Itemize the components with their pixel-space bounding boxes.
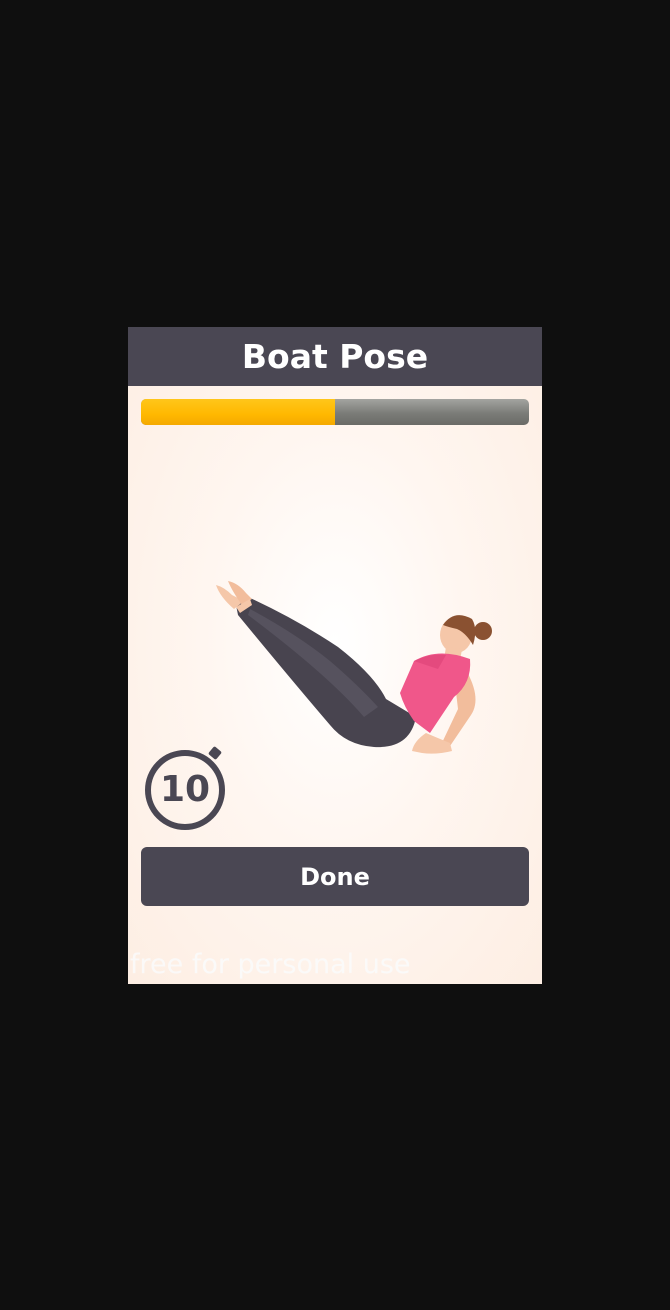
countdown-timer: 10 xyxy=(144,745,230,835)
done-button[interactable]: Done xyxy=(141,847,529,906)
exercise-dialog: Boat Pose 10 Done free for personal use xyxy=(128,327,542,984)
watermark-text: free for personal use xyxy=(130,949,411,980)
exercise-progress-bar xyxy=(141,399,529,425)
timer-value: 10 xyxy=(159,769,211,810)
boat-pose-figure xyxy=(216,581,492,754)
exercise-title: Boat Pose xyxy=(128,327,542,386)
progress-bar-fill xyxy=(141,399,335,425)
